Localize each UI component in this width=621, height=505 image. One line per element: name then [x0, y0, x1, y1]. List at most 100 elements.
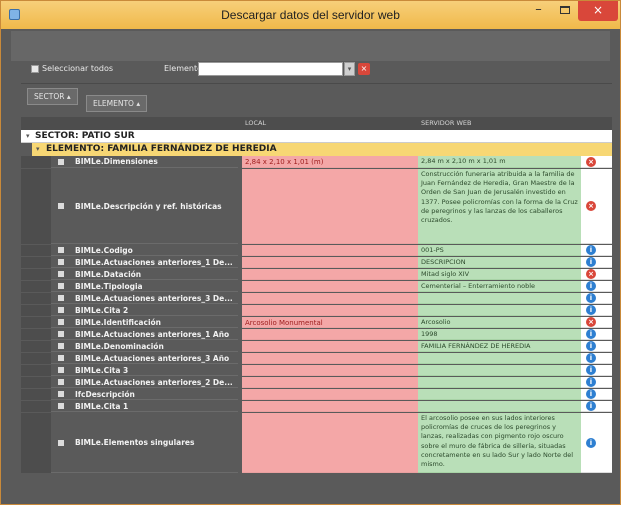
title-bar[interactable]: Descargar datos del servidor web – ×	[1, 1, 620, 29]
table-row[interactable]: BIMLe.Dimensiones 2,84 x 2,10 x 1,01 (m) 2…	[21, 156, 612, 168]
checkbox-icon	[58, 355, 64, 361]
local-value	[242, 341, 418, 352]
select-all-checkbox[interactable]	[31, 65, 39, 73]
table-row[interactable]: BIMLe.Actuaciones anteriores_2 De... i	[21, 377, 612, 388]
row-checkbox[interactable]	[51, 169, 71, 244]
collapse-sector-icon[interactable]: ▾	[26, 130, 30, 143]
web-value	[418, 293, 581, 304]
row-indent	[21, 389, 51, 400]
row-checkbox[interactable]	[51, 365, 71, 376]
checkbox-icon	[58, 259, 64, 265]
row-indent	[21, 257, 51, 268]
maximize-button[interactable]	[552, 1, 577, 21]
element-input[interactable]	[198, 62, 343, 76]
info-icon[interactable]: i	[586, 257, 596, 267]
row-checkbox[interactable]	[51, 413, 71, 473]
web-value: DESCRIPCION	[418, 257, 581, 268]
table-row[interactable]: BIMLe.Actuaciones anteriores_3 Año i	[21, 353, 612, 364]
table-row[interactable]: BIMLe.Actuaciones anteriores_3 De... i	[21, 293, 612, 304]
status-cell: i	[581, 341, 612, 352]
row-checkbox[interactable]	[51, 353, 71, 364]
row-checkbox[interactable]	[51, 329, 71, 340]
group-chip-elemento[interactable]: ELEMENTO ▴	[86, 95, 148, 112]
status-cell: i	[581, 281, 612, 292]
row-checkbox[interactable]	[51, 341, 71, 352]
clear-filter-button[interactable]: ×	[358, 63, 370, 75]
property-name: BIMLe.Actuaciones anteriores_1 Año	[71, 329, 238, 340]
table-row[interactable]: BIMLe.Elementos singulares El arcosolio p…	[21, 413, 612, 473]
info-icon[interactable]: i	[586, 305, 596, 315]
column-header-local[interactable]: LOCAL	[242, 117, 418, 130]
close-button[interactable]: ×	[578, 1, 618, 21]
toolbar-area	[11, 31, 610, 61]
row-checkbox[interactable]	[51, 377, 71, 388]
error-icon[interactable]: ×	[586, 201, 596, 211]
row-indent	[21, 169, 51, 244]
info-icon[interactable]: i	[586, 389, 596, 399]
property-name: BIMLe.Dimensiones	[71, 156, 238, 168]
row-checkbox[interactable]	[51, 281, 71, 292]
grid-header: LOCAL SERVIDOR WEB	[21, 117, 612, 130]
element-group-row[interactable]: ELEMENTO: FAMILIA FERNÁNDEZ DE HEREDIA ▾…	[32, 143, 612, 156]
row-checkbox[interactable]	[51, 389, 71, 400]
info-icon[interactable]: i	[586, 365, 596, 375]
info-icon[interactable]: i	[586, 245, 596, 255]
local-value	[242, 281, 418, 292]
info-icon[interactable]: i	[586, 281, 596, 291]
property-name: IfcDescripción	[71, 389, 238, 400]
info-icon[interactable]: i	[586, 341, 596, 351]
web-value	[418, 377, 581, 388]
local-value	[242, 245, 418, 256]
table-row[interactable]: BIMLe.Denominación FAMILIA FERNÁNDEZ DE H…	[21, 341, 612, 352]
checkbox-icon	[58, 379, 64, 385]
web-value: Construcción funeraria atribuida a la fa…	[418, 169, 581, 244]
web-value: 2,84 m x 2,10 m x 1,01 m	[418, 156, 581, 168]
group-chip-sector[interactable]: SECTOR ▴	[27, 88, 78, 105]
local-value: Arcosolio Monumental	[242, 317, 418, 328]
sector-group-row[interactable]: ▾ SECTOR: PATIO SUR	[21, 130, 612, 143]
row-checkbox[interactable]	[51, 317, 71, 328]
status-cell: i	[581, 245, 612, 256]
table-row[interactable]: BIMLe.Descripción y ref. históricas Const…	[21, 169, 612, 244]
table-row[interactable]: BIMLe.Codigo 001-PS i	[21, 245, 612, 256]
info-icon[interactable]: i	[586, 437, 596, 448]
table-row[interactable]: BIMLe.Tipologia Cementerial – Enterramien…	[21, 281, 612, 292]
error-icon[interactable]: ×	[586, 156, 596, 167]
row-checkbox[interactable]	[51, 269, 71, 280]
web-value	[418, 365, 581, 376]
row-checkbox[interactable]	[51, 245, 71, 256]
info-icon[interactable]: i	[586, 329, 596, 339]
row-checkbox[interactable]	[51, 305, 71, 316]
info-icon[interactable]: i	[586, 293, 596, 303]
table-row[interactable]: BIMLe.Cita 3 i	[21, 365, 612, 376]
error-icon[interactable]: ×	[586, 269, 596, 279]
info-icon[interactable]: i	[586, 401, 596, 411]
error-icon[interactable]: ×	[586, 317, 596, 327]
table-row[interactable]: BIMLe.Cita 1 i	[21, 401, 612, 412]
row-checkbox[interactable]	[51, 257, 71, 268]
table-row[interactable]: BIMLe.Actuaciones anteriores_1 Año 1998 i	[21, 329, 612, 340]
property-name: BIMLe.Denominación	[71, 341, 238, 352]
info-icon[interactable]: i	[586, 377, 596, 387]
status-cell: i	[581, 377, 612, 388]
web-value: Arcosolio	[418, 317, 581, 328]
row-checkbox[interactable]	[51, 156, 71, 168]
status-cell: i	[581, 365, 612, 376]
row-indent	[21, 269, 51, 280]
collapse-element-glyph-icon[interactable]: ▾	[36, 143, 40, 156]
table-row[interactable]: BIMLe.Identificación Arcosolio Monumental…	[21, 317, 612, 328]
minimize-button[interactable]: –	[526, 1, 551, 21]
sector-group-label: SECTOR: PATIO SUR	[35, 131, 135, 141]
row-checkbox[interactable]	[51, 293, 71, 304]
element-dropdown-button[interactable]: ▾	[344, 62, 355, 76]
property-name: BIMLe.Datación	[71, 269, 238, 280]
table-row[interactable]: IfcDescripción i	[21, 389, 612, 400]
status-cell: i	[581, 293, 612, 304]
table-row[interactable]: BIMLe.Cita 2 i	[21, 305, 612, 316]
table-row[interactable]: BIMLe.Actuaciones anteriores_1 De... DESC…	[21, 257, 612, 268]
info-icon[interactable]: i	[586, 353, 596, 363]
column-header-web[interactable]: SERVIDOR WEB	[418, 117, 581, 130]
local-value	[242, 377, 418, 388]
table-row[interactable]: BIMLe.Datación Mitad siglo XIV ×	[21, 269, 612, 280]
row-checkbox[interactable]	[51, 401, 71, 412]
